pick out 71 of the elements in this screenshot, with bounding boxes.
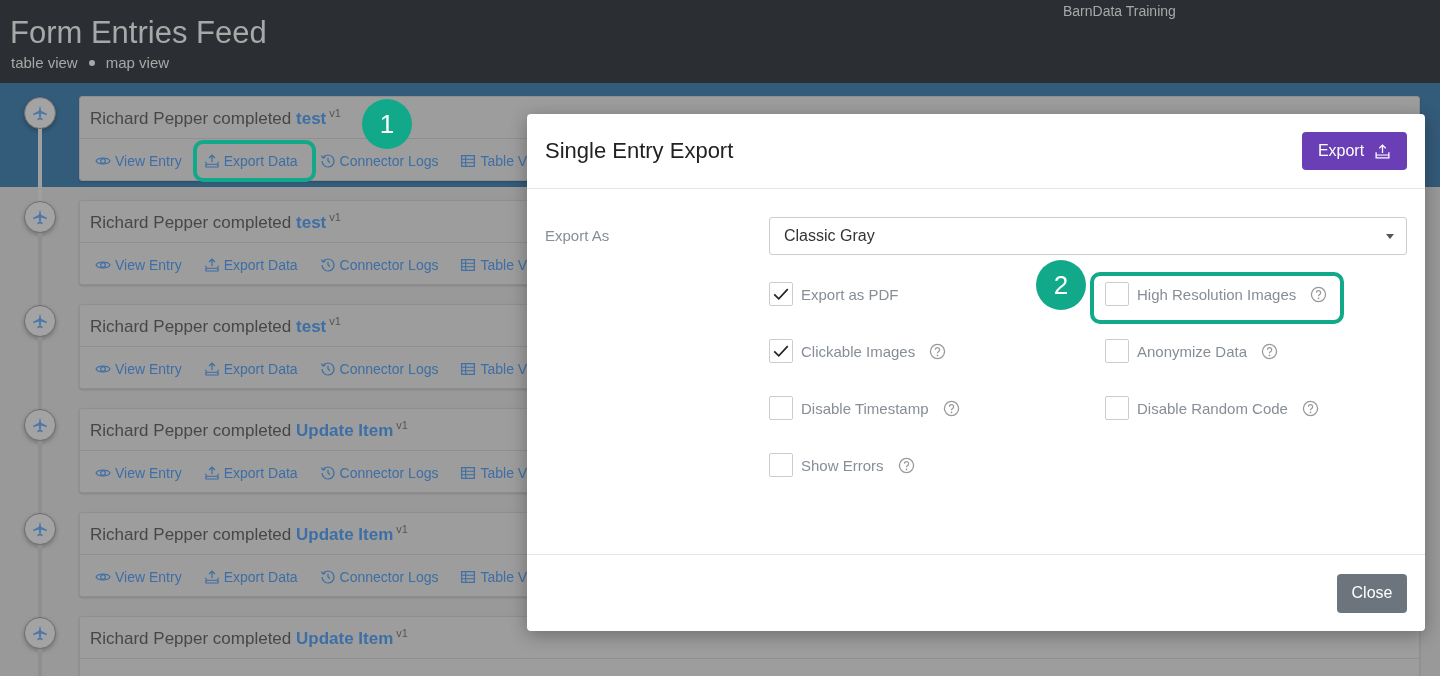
action-link[interactable]: Table V (460, 464, 528, 481)
airplane-icon (23, 409, 56, 441)
table-icon (460, 568, 477, 585)
history-icon (319, 568, 336, 585)
export-button[interactable]: Export (1302, 132, 1407, 170)
action-link[interactable]: Connector Logs (319, 360, 439, 377)
view-link[interactable]: table view (11, 54, 78, 72)
separator-dot (88, 60, 95, 66)
upload-icon (203, 360, 220, 377)
option-label: Disable Timestamp (801, 399, 929, 417)
action-link[interactable]: Table V (460, 360, 528, 377)
upload-icon (203, 152, 220, 169)
entry-title: Richard Pepper completed test $^{v1}$ (90, 210, 341, 233)
action-link[interactable]: Export Data (203, 360, 298, 377)
table-icon (460, 360, 477, 377)
history-icon (319, 152, 336, 169)
action-link[interactable]: Connector Logs (319, 568, 439, 585)
table-icon (460, 464, 477, 481)
airplane-icon (23, 513, 56, 545)
action-link[interactable]: Connector Logs (319, 464, 439, 481)
action-link[interactable]: View Entry (95, 464, 182, 481)
table-icon (460, 256, 477, 273)
upload-icon (203, 256, 220, 273)
checkbox[interactable] (769, 453, 793, 477)
caret-icon (1386, 233, 1394, 239)
option-label: Export as PDF (801, 285, 899, 303)
action-link[interactable]: Export Data (203, 152, 298, 169)
action-link[interactable]: Table V (460, 568, 528, 585)
checkbox[interactable] (769, 339, 793, 363)
action-link[interactable]: View Entry (95, 152, 182, 169)
entry-title: Richard Pepper completed test $^{v1}$ (90, 106, 341, 129)
checkbox[interactable] (1105, 339, 1129, 363)
option-label: Clickable Images (801, 342, 916, 360)
action-link[interactable]: Export Data (203, 256, 298, 273)
option-label: Disable Random Code (1137, 399, 1288, 417)
airplane-icon (23, 305, 56, 337)
page-title: Form Entries Feed (10, 14, 267, 52)
field-label: Export As (545, 226, 611, 244)
option-label: High Resolution Images (1137, 285, 1297, 303)
action-link[interactable]: View Entry (95, 256, 182, 273)
close-button[interactable]: Close (1337, 573, 1407, 613)
history-icon (319, 256, 336, 273)
checkbox[interactable] (1105, 282, 1129, 306)
action-link[interactable]: Connector Logs (319, 256, 439, 273)
action-link[interactable]: Connector Logs (319, 152, 439, 169)
checkbox[interactable] (769, 396, 793, 420)
organization-name: BarnData Training (1063, 3, 1176, 19)
upload-icon (203, 568, 220, 585)
entry-title: Richard Pepper completed Update Item $^{v1}$ (90, 418, 408, 441)
option-label: Anonymize Data (1137, 342, 1248, 360)
action-link[interactable]: Table V (460, 256, 528, 273)
view-link[interactable]: map view (105, 54, 170, 72)
action-link[interactable]: Export Data (203, 568, 298, 585)
upload-icon (203, 464, 220, 481)
format-dropdown[interactable]: Classic Gray (769, 217, 1407, 255)
airplane-icon (23, 617, 56, 649)
entry-title: Richard Pepper completed Update Item $^{v1}$ (90, 626, 408, 649)
checkbox[interactable] (769, 282, 793, 306)
upload-icon (1374, 142, 1392, 160)
history-icon (319, 464, 336, 481)
checkbox[interactable] (1105, 396, 1129, 420)
action-link[interactable]: View Entry (95, 568, 182, 585)
dialog-title: Single Entry Export (545, 138, 734, 164)
entry-title: Richard Pepper completed Update Item $^{v1}$ (90, 522, 408, 545)
history-icon (319, 360, 336, 377)
option-label: Show Errors (801, 456, 884, 474)
entry-title: Richard Pepper completed test $^{v1}$ (90, 314, 341, 337)
action-link[interactable]: Table V (460, 152, 528, 169)
table-icon (460, 152, 477, 169)
action-link[interactable]: Export Data (203, 464, 298, 481)
action-link[interactable]: View Entry (95, 360, 182, 377)
